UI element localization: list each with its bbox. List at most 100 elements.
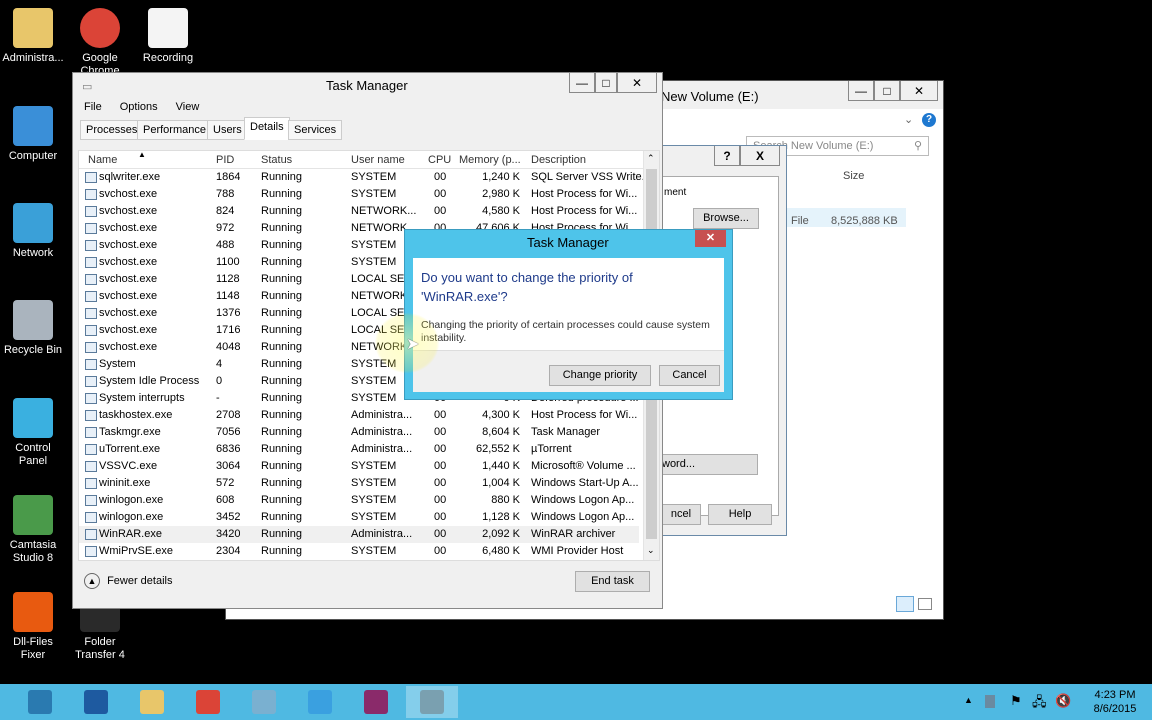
cell-memory: 1,004 K bbox=[482, 477, 520, 489]
table-row[interactable]: taskhostex.exe 2708 Running Administra... 00… bbox=[79, 407, 639, 424]
table-row[interactable]: svchost.exe 824 Running NETWORK... 00 4,580 K… bbox=[79, 203, 639, 220]
table-row[interactable]: sqlwriter.exe 1864 Running SYSTEM 00 1,240 K S… bbox=[79, 169, 643, 186]
cancel-button[interactable]: ncel bbox=[661, 504, 701, 525]
tab-users[interactable]: Users bbox=[207, 120, 248, 140]
process-icon bbox=[85, 410, 97, 421]
maximize-button[interactable]: □ bbox=[595, 73, 617, 93]
table-row[interactable]: svchost.exe 788 Running SYSTEM 00 2,980 K Host… bbox=[79, 186, 639, 203]
cell-pid: 1716 bbox=[216, 324, 241, 336]
maximize-button[interactable]: □ bbox=[874, 81, 900, 101]
desktop-icon[interactable]: Computer bbox=[0, 106, 66, 163]
tab-services[interactable]: Services bbox=[288, 120, 343, 140]
tab-label[interactable]: ment bbox=[664, 187, 686, 198]
desktop-icon[interactable]: Camtasia Studio 8 bbox=[0, 495, 66, 565]
desktop-icon[interactable]: Network bbox=[0, 203, 66, 260]
help-button[interactable]: ? bbox=[714, 146, 740, 166]
cell-description: SQL Server VSS Write... bbox=[531, 171, 643, 183]
cell-description: µTorrent bbox=[531, 443, 572, 455]
set-password-button[interactable]: word... bbox=[661, 454, 758, 475]
minimize-button[interactable]: — bbox=[848, 81, 874, 101]
network-icon[interactable]: 🖧 bbox=[1032, 693, 1047, 715]
cell-name: svchost.exe bbox=[99, 307, 158, 319]
browse-button[interactable]: Browse... bbox=[693, 208, 759, 229]
desktop-icon[interactable]: Recycle Bin bbox=[0, 300, 66, 357]
cell-pid: - bbox=[216, 392, 220, 404]
fewer-details-button[interactable]: ▲ Fewer details bbox=[84, 573, 172, 591]
column-header[interactable]: CPU bbox=[428, 154, 451, 166]
table-row[interactable]: Taskmgr.exe 7056 Running Administra... 00 8,6… bbox=[79, 424, 639, 441]
help-button[interactable]: Help bbox=[708, 504, 772, 525]
action-center-icon[interactable] bbox=[985, 695, 995, 708]
taskbar-chrome[interactable] bbox=[182, 686, 234, 718]
taskbar-app[interactable] bbox=[238, 686, 290, 718]
process-icon bbox=[85, 223, 97, 234]
column-header[interactable]: Status bbox=[261, 154, 292, 166]
desktop-icon[interactable]: Control Panel bbox=[0, 398, 66, 468]
minimize-button[interactable]: — bbox=[569, 73, 595, 93]
process-icon bbox=[85, 308, 97, 319]
cell-name: System bbox=[99, 358, 136, 370]
cancel-button[interactable]: Cancel bbox=[659, 365, 720, 386]
change-priority-button[interactable]: Change priority bbox=[549, 365, 651, 386]
thumbnail-view-icon[interactable] bbox=[918, 598, 932, 610]
table-row[interactable]: uTorrent.exe 6836 Running Administra... 00 62… bbox=[79, 441, 639, 458]
column-header[interactable]: PID bbox=[216, 154, 234, 166]
taskbar-winrar[interactable] bbox=[350, 686, 402, 718]
tab-details[interactable]: Details bbox=[244, 117, 290, 140]
clock[interactable]: 4:23 PM 8/6/2015 bbox=[1083, 688, 1147, 716]
cell-cpu: 00 bbox=[434, 188, 447, 200]
cell-pid: 824 bbox=[216, 205, 235, 217]
taskbar-file-explorer[interactable] bbox=[126, 686, 178, 718]
volume-muted-icon[interactable]: 🔇 bbox=[1055, 693, 1071, 709]
column-header[interactable]: User name bbox=[351, 154, 405, 166]
menu-file[interactable]: File bbox=[84, 101, 102, 113]
process-icon bbox=[85, 546, 97, 557]
desktop-icon[interactable]: Administra... bbox=[0, 8, 66, 65]
cell-pid: 0 bbox=[216, 375, 223, 387]
column-header[interactable]: Memory (p... bbox=[459, 154, 531, 166]
cell-status: Running bbox=[261, 460, 302, 472]
scroll-up-icon[interactable]: ⌃ bbox=[647, 153, 655, 164]
tab-performance[interactable]: Performance bbox=[137, 120, 212, 140]
end-task-button[interactable]: End task bbox=[575, 571, 650, 592]
cell-status: Running bbox=[261, 511, 302, 523]
menu-options[interactable]: Options bbox=[120, 101, 158, 113]
taskbar-camtasia-recorder[interactable] bbox=[294, 686, 346, 718]
process-icon bbox=[85, 274, 97, 285]
chevron-down-icon[interactable]: ⌄ bbox=[904, 113, 913, 126]
process-icon bbox=[85, 427, 97, 438]
change-priority-dialog[interactable]: Task Manager ✕ Do you want to change the… bbox=[404, 229, 733, 400]
menu-view[interactable]: View bbox=[176, 101, 200, 113]
tab-processes[interactable]: Processes bbox=[80, 120, 144, 140]
table-row[interactable]: wininit.exe 572 Running SYSTEM 00 1,004 K Wind… bbox=[79, 475, 639, 492]
taskbar-task-manager[interactable] bbox=[406, 686, 458, 718]
close-button[interactable]: X bbox=[740, 146, 780, 166]
table-row[interactable]: winlogon.exe 608 Running SYSTEM 00 880 K Windo… bbox=[79, 492, 639, 509]
cell-name: winlogon.exe bbox=[99, 511, 164, 523]
taskbar-powershell[interactable] bbox=[70, 686, 122, 718]
chevron-up-circle-icon: ▲ bbox=[84, 573, 100, 589]
table-row[interactable]: winlogon.exe 3452 Running SYSTEM 00 1,128 K Wi… bbox=[79, 509, 639, 526]
cell-user: Administra... bbox=[351, 426, 413, 438]
column-header[interactable]: Description bbox=[531, 154, 586, 166]
cell-status: Running bbox=[261, 443, 302, 455]
cell-status: Running bbox=[261, 375, 302, 387]
help-icon[interactable]: ? bbox=[922, 113, 936, 127]
table-row[interactable]: WmiPrvSE.exe 2304 Running SYSTEM 00 6,480 K WM… bbox=[79, 543, 639, 560]
table-row[interactable]: VSSVC.exe 3064 Running SYSTEM 00 1,440 K Micro… bbox=[79, 458, 639, 475]
desktop-icon[interactable]: Dll-Files Fixer bbox=[0, 592, 66, 662]
desktop-icon[interactable]: Google Chrome bbox=[67, 8, 133, 78]
column-size[interactable]: Size bbox=[843, 170, 864, 182]
column-header[interactable]: Name bbox=[88, 154, 117, 166]
close-button[interactable]: ✕ bbox=[900, 81, 938, 101]
show-hidden-icons[interactable]: ▲ bbox=[964, 695, 973, 705]
table-row[interactable]: WinRAR.exe 3420 Running Administra... 00 2,09… bbox=[79, 526, 639, 543]
cell-status: Running bbox=[261, 239, 302, 251]
close-button[interactable]: ✕ bbox=[695, 230, 726, 247]
details-view-icon[interactable] bbox=[896, 596, 914, 612]
desktop-icon[interactable]: Recording bbox=[135, 8, 201, 65]
close-button[interactable]: ✕ bbox=[617, 73, 657, 93]
scroll-down-icon[interactable]: ⌄ bbox=[647, 545, 655, 556]
flag-icon[interactable]: ⚑ bbox=[1010, 693, 1022, 709]
taskbar-server-manager[interactable] bbox=[14, 686, 66, 718]
